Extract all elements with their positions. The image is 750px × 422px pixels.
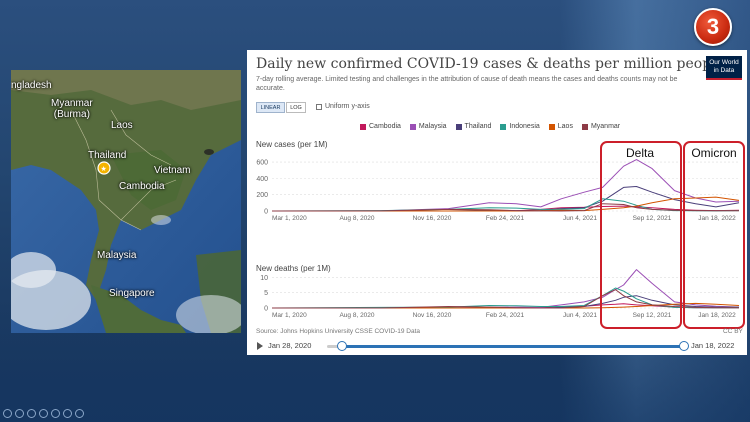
- gallery-icon[interactable]: [39, 409, 48, 418]
- series-line-malaysia: [271, 159, 740, 212]
- more-options-icon[interactable]: [75, 409, 84, 418]
- series-line-myanmar: [271, 203, 739, 212]
- southeast-asia-map: ★ ngladesh Myanmar (Burma) Laos Thailand…: [11, 70, 241, 333]
- covid-chart-panel: Daily new confirmed COVID-19 cases & dea…: [247, 50, 747, 355]
- pen-icon[interactable]: [27, 409, 36, 418]
- timeline-start-handle[interactable]: [337, 341, 347, 351]
- map-label-cambodia: Cambodia: [119, 181, 165, 192]
- series-line-malaysia: [272, 269, 740, 309]
- timeline-end-handle[interactable]: [679, 341, 689, 351]
- y-tick-label: 10: [260, 275, 268, 282]
- x-tick-label: Feb 24, 2021: [486, 312, 525, 319]
- chart-plot-area[interactable]: New cases (per 1M) 0 200 400 600 Mar 1, 2020 A…: [247, 50, 747, 330]
- x-tick-label: Nov 16, 2020: [413, 312, 452, 319]
- panel-title: New deaths (per 1M): [256, 264, 331, 273]
- map-label-malaysia: Malaysia: [97, 250, 137, 261]
- star-icon: ★: [101, 165, 107, 173]
- y-tick-label: 400: [256, 176, 268, 183]
- play-icon[interactable]: [257, 342, 263, 350]
- map-label-singapore: Singapore: [109, 288, 155, 299]
- prev-slide-icon[interactable]: [3, 409, 12, 418]
- omicron-annotation-box: [683, 141, 745, 329]
- series-line-thailand: [272, 186, 740, 212]
- x-tick-label: Mar 1, 2020: [272, 215, 307, 222]
- x-tick-label: Sep 12, 2021: [633, 312, 672, 319]
- license-link[interactable]: CC BY: [723, 328, 743, 335]
- map-label-laos: Laos: [111, 120, 133, 131]
- map-label-thailand: Thailand: [88, 150, 127, 161]
- subtitle-icon[interactable]: [63, 409, 72, 418]
- timeline-slider[interactable]: Jan 28, 2020 Jan 18, 2022: [247, 340, 747, 355]
- x-tick-label: Nov 16, 2020: [413, 215, 452, 222]
- y-tick-label: 600: [256, 160, 268, 167]
- panel-title: New cases (per 1M): [256, 140, 328, 149]
- next-slide-icon[interactable]: [15, 409, 24, 418]
- x-tick-label: Jun 4, 2021: [563, 215, 597, 222]
- map-label-vietnam: Vietnam: [154, 165, 191, 176]
- y-tick-label: 0: [264, 306, 268, 313]
- y-tick-label: 200: [256, 192, 268, 199]
- map-label-bangladesh: ngladesh: [11, 80, 52, 91]
- y-tick-label: 0: [264, 209, 268, 216]
- x-tick-label: Feb 24, 2021: [486, 215, 525, 222]
- map-label-myanmar: Myanmar (Burma): [51, 98, 93, 120]
- slide-number-badge: 3: [694, 8, 732, 46]
- x-tick-label: Mar 1, 2020: [272, 312, 307, 319]
- y-tick-label: 5: [264, 290, 268, 297]
- delta-label: Delta: [626, 146, 654, 160]
- omicron-label: Omicron: [691, 146, 736, 160]
- x-tick-label: Jan 18, 2022: [698, 215, 736, 222]
- x-tick-label: Sep 12, 2021: [633, 215, 672, 222]
- x-tick-label: Aug 8, 2020: [339, 215, 374, 222]
- x-tick-label: Jun 4, 2021: [563, 312, 597, 319]
- timeline-start-date: Jan 28, 2020: [268, 341, 312, 350]
- timeline-end-date: Jan 18, 2022: [691, 341, 735, 350]
- x-tick-label: Aug 8, 2020: [339, 312, 374, 319]
- timeline-track[interactable]: [341, 345, 684, 348]
- x-tick-label: Jan 18, 2022: [698, 312, 736, 319]
- chart-source: Source: Johns Hopkins University CSSE CO…: [256, 328, 421, 335]
- slideshow-controls: [3, 409, 87, 418]
- zoom-icon[interactable]: [51, 409, 60, 418]
